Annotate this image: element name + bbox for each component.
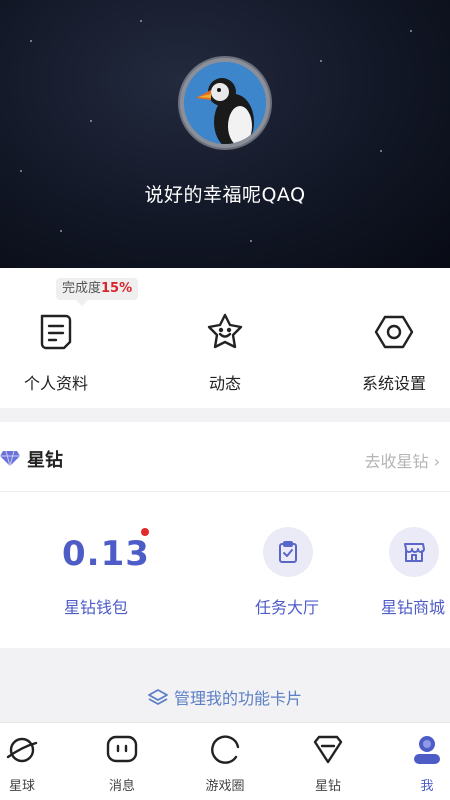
username: 说好的幸福呢QAQ bbox=[144, 184, 306, 206]
clipboard-check-icon bbox=[279, 541, 297, 563]
notification-dot bbox=[141, 528, 149, 536]
manage-cards-button[interactable]: 管理我的功能卡片 bbox=[148, 685, 302, 709]
star-diamond-title: 星钻 bbox=[27, 450, 63, 471]
bottom-tab-bar: 星球 消息 游戏圈 星钻 我 bbox=[0, 722, 450, 800]
completion-badge: 完成度15% bbox=[56, 278, 139, 306]
avatar[interactable] bbox=[180, 58, 270, 148]
circle-icon bbox=[208, 733, 242, 767]
diamond-mall-label[interactable]: 星钻商城 bbox=[381, 594, 445, 618]
manage-cards-section: 管理我的功能卡片 bbox=[0, 648, 450, 722]
profile-info-button[interactable]: 个人资料 bbox=[1, 312, 111, 394]
diamond-mall-button[interactable] bbox=[389, 527, 439, 577]
gem-icon bbox=[0, 450, 20, 470]
store-icon bbox=[404, 543, 425, 562]
wallet-label[interactable]: 星钻钱包 bbox=[64, 594, 128, 618]
tab-star-diamond[interactable]: 星钻 bbox=[283, 733, 373, 794]
tab-messages[interactable]: 消息 bbox=[77, 733, 167, 794]
moments-button[interactable]: 动态 bbox=[170, 312, 280, 394]
chat-icon bbox=[105, 733, 139, 767]
tab-me[interactable]: 我 bbox=[382, 733, 450, 794]
user-icon bbox=[410, 733, 444, 767]
system-settings-button[interactable]: 系统设置 bbox=[339, 312, 449, 394]
star-diamond-card: 星钻 去收星钻 › 0.13 星钻钱包 任务大厅 星钻商城 bbox=[0, 422, 450, 648]
profile-actions: 完成度15% 个人资料 动态 系统设置 bbox=[0, 268, 450, 408]
document-icon bbox=[36, 312, 76, 352]
diamond-icon bbox=[311, 733, 345, 767]
hexagon-settings-icon bbox=[374, 312, 414, 352]
tab-game-circle[interactable]: 游戏圈 bbox=[180, 733, 270, 794]
task-hall-label[interactable]: 任务大厅 bbox=[255, 594, 319, 618]
collect-diamonds-link[interactable]: 去收星钻 › bbox=[364, 448, 440, 472]
planet-icon bbox=[5, 733, 39, 767]
chevron-right-icon: › bbox=[433, 452, 440, 471]
layers-icon bbox=[148, 689, 168, 705]
profile-header: 说好的幸福呢QAQ bbox=[0, 0, 450, 268]
tab-planet[interactable]: 星球 bbox=[0, 733, 67, 794]
smile-star-icon bbox=[205, 312, 245, 352]
diamond-balance[interactable]: 0.13 bbox=[62, 534, 150, 574]
star-diamond-header: 星钻 去收星钻 › bbox=[0, 422, 450, 492]
task-hall-button[interactable] bbox=[263, 527, 313, 577]
